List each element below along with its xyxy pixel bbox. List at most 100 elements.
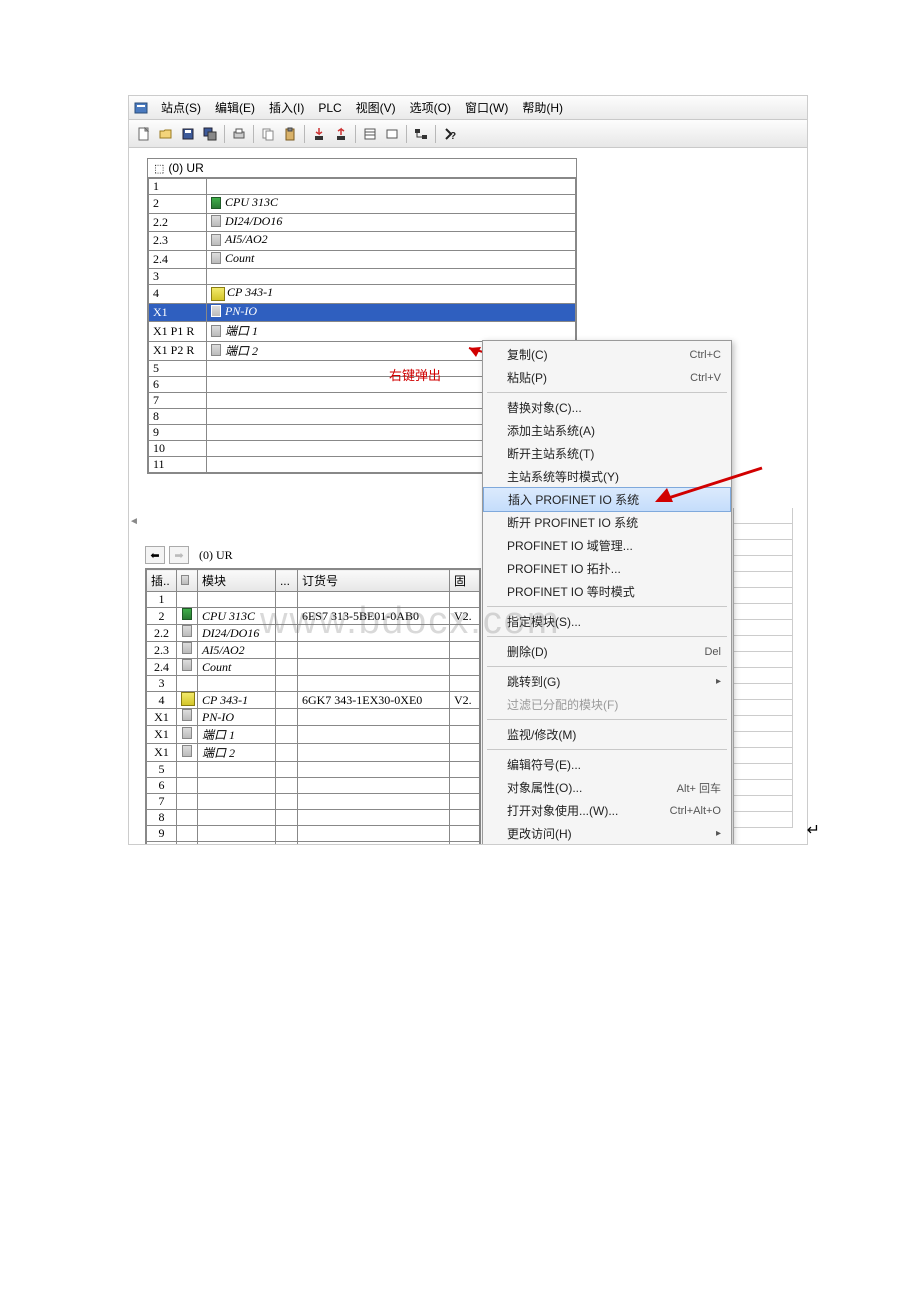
rack-module[interactable]: CPU 313C (207, 195, 576, 214)
context-item[interactable]: PROFINET IO 拓扑... (483, 557, 731, 580)
col-fw[interactable]: 固 (450, 570, 480, 592)
cell-icon (177, 842, 198, 845)
rack-row[interactable]: 3 (149, 269, 576, 285)
cell-fw: V2. (450, 608, 480, 625)
rack-row[interactable]: 2.2DI24/DO16 (149, 213, 576, 232)
rack-module[interactable]: Count (207, 250, 576, 269)
cell-icon (177, 794, 198, 810)
context-item[interactable]: 对象属性(O)...Alt+ 回车 (483, 776, 731, 799)
context-item[interactable]: 跳转到(G)▸ (483, 670, 731, 693)
upload-icon[interactable] (330, 123, 352, 145)
table-row[interactable]: 2CPU 313C6ES7 313-5BE01-0AB0V2. (147, 608, 480, 625)
menu-insert[interactable]: 插入(I) (263, 97, 310, 118)
menu-view[interactable]: 视图(V) (350, 97, 402, 118)
col-order[interactable]: 订货号 (297, 570, 449, 592)
module-table[interactable]: 插.. 模块 ... 订货号 固 12CPU 313C6ES7 313-5BE0… (146, 569, 480, 844)
copy-icon[interactable] (257, 123, 279, 145)
network-icon[interactable] (410, 123, 432, 145)
rack-row[interactable]: X1PN-IO (149, 303, 576, 322)
context-item[interactable]: 粘贴(P)Ctrl+V (483, 366, 731, 389)
paste-icon[interactable] (279, 123, 301, 145)
rack-row[interactable]: 1 (149, 179, 576, 195)
cell-order (297, 592, 449, 608)
savecompile-icon[interactable] (199, 123, 221, 145)
context-item[interactable]: PROFINET IO 等时模式 (483, 580, 731, 603)
menu-options[interactable]: 选项(O) (404, 97, 457, 118)
context-item[interactable]: 主站系统等时模式(Y) (483, 465, 731, 488)
cell-fw (450, 659, 480, 676)
rack-slot: 1 (149, 179, 207, 195)
table-row[interactable]: 3 (147, 676, 480, 692)
cell-order (297, 842, 449, 845)
context-item[interactable]: 删除(D)Del (483, 640, 731, 663)
context-item[interactable]: 打开对象使用...(W)...Ctrl+Alt+O (483, 799, 731, 822)
rack-module[interactable]: 端口 1 (207, 322, 576, 342)
rack-slot: 10 (149, 441, 207, 457)
lower-nav: ⬅ ➡ (0) UR (145, 546, 233, 564)
rack-module[interactable]: PN-IO (207, 303, 576, 322)
nav-back-button[interactable]: ⬅ (145, 546, 165, 564)
rack-row[interactable]: 4CP 343-1 (149, 285, 576, 304)
table-row[interactable]: 10 (147, 842, 480, 845)
toolbar-separator (304, 125, 305, 143)
col-slot[interactable]: 插.. (147, 570, 177, 592)
open-icon[interactable] (155, 123, 177, 145)
catalog-icon[interactable] (359, 123, 381, 145)
new-icon[interactable] (133, 123, 155, 145)
context-menu[interactable]: 复制(C)Ctrl+C粘贴(P)Ctrl+V 替换对象(C)...添加主站系统(A… (482, 340, 732, 844)
col-icon[interactable] (177, 570, 198, 592)
col-dots[interactable]: ... (275, 570, 297, 592)
table-row[interactable]: 7 (147, 794, 480, 810)
context-item[interactable]: 编辑符号(E)... (483, 753, 731, 776)
context-item[interactable]: 更改访问(H)▸ (483, 822, 731, 844)
table-row[interactable]: 9 (147, 826, 480, 842)
menu-help[interactable]: 帮助(H) (516, 97, 569, 118)
menu-station[interactable]: 站点(S) (155, 97, 207, 118)
rack-module[interactable]: DI24/DO16 (207, 213, 576, 232)
table-row[interactable]: X1端口 2 (147, 744, 480, 762)
download-icon[interactable] (308, 123, 330, 145)
context-item[interactable]: 添加主站系统(A) (483, 419, 731, 442)
menu-edit[interactable]: 编辑(E) (209, 97, 261, 118)
table-row[interactable]: 1 (147, 592, 480, 608)
table-row[interactable]: 2.2DI24/DO16 (147, 625, 480, 642)
context-item[interactable]: 复制(C)Ctrl+C (483, 343, 731, 366)
rack-row[interactable]: X1 P1 R端口 1 (149, 322, 576, 342)
rack-slot: 2.4 (149, 250, 207, 269)
context-item[interactable]: 断开 PROFINET IO 系统 (483, 511, 731, 534)
context-item[interactable]: 指定模块(S)... (483, 610, 731, 633)
help-icon[interactable]: ? (439, 123, 461, 145)
table-row[interactable]: 4CP 343-16GK7 343-1EX30-0XE0V2. (147, 692, 480, 709)
scroll-left-icon[interactable]: ◄ (129, 516, 141, 528)
rack-row[interactable]: 2.4Count (149, 250, 576, 269)
table-row[interactable]: 2.4Count (147, 659, 480, 676)
print-icon[interactable] (228, 123, 250, 145)
context-item[interactable]: 监视/修改(M) (483, 723, 731, 746)
save-icon[interactable] (177, 123, 199, 145)
table-row[interactable]: 6 (147, 778, 480, 794)
table-row[interactable]: X1端口 1 (147, 726, 480, 744)
context-item[interactable]: 断开主站系统(T) (483, 442, 731, 465)
rack-row[interactable]: 2.3AI5/AO2 (149, 232, 576, 251)
rack-module[interactable]: AI5/AO2 (207, 232, 576, 251)
context-item[interactable]: 替换对象(C)... (483, 396, 731, 419)
rack-row[interactable]: 2CPU 313C (149, 195, 576, 214)
cell-slot: 6 (147, 778, 177, 794)
table-row[interactable]: 8 (147, 810, 480, 826)
table-row[interactable]: X1PN-IO (147, 709, 480, 726)
table-row[interactable]: 5 (147, 762, 480, 778)
rack-module[interactable]: CP 343-1 (207, 285, 576, 304)
cell-module (198, 810, 276, 826)
context-item[interactable]: 插入 PROFINET IO 系统 (483, 487, 731, 512)
rack-module[interactable] (207, 269, 576, 285)
nav-forward-button[interactable]: ➡ (169, 546, 189, 564)
cell-dots (275, 778, 297, 794)
menu-plc[interactable]: PLC (312, 99, 347, 117)
cell-slot: 2.3 (147, 642, 177, 659)
menu-window[interactable]: 窗口(W) (459, 97, 514, 118)
rack-module[interactable] (207, 179, 576, 195)
table-row[interactable]: 2.3AI5/AO2 (147, 642, 480, 659)
addrview-icon[interactable] (381, 123, 403, 145)
context-item[interactable]: PROFINET IO 域管理... (483, 534, 731, 557)
col-module[interactable]: 模块 (198, 570, 276, 592)
